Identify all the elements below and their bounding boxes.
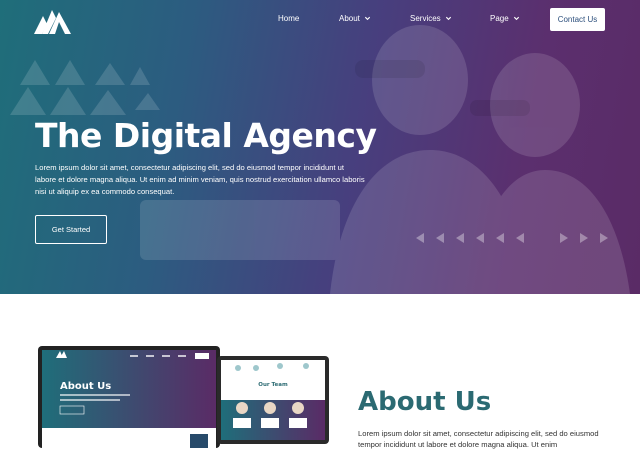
nav-item-about[interactable]: About: [339, 14, 371, 23]
nav-item-services[interactable]: Services: [410, 14, 452, 23]
hero-title: The Digital Agency: [35, 116, 377, 155]
device-mockup-image: About Us Our Team: [38, 346, 329, 448]
about-description: Lorem ipsum dolor sit amet, consectetur …: [358, 429, 599, 449]
hero-section: Home About Services Page Contact Us The …: [0, 0, 640, 294]
contact-us-button[interactable]: Contact Us: [550, 8, 605, 31]
chevron-down-icon: [445, 16, 451, 21]
mockup-team-heading: Our Team: [258, 382, 288, 388]
chevron-down-icon: [513, 16, 519, 21]
about-section: About Us Our Team About Us Lorem ipsum d…: [0, 294, 640, 449]
nav-label: Page: [490, 14, 509, 23]
nav-label: Home: [278, 14, 300, 23]
main-navigation: Home About Services Page Contact Us: [0, 0, 640, 40]
nav-label: Services: [410, 14, 441, 23]
nav-item-home[interactable]: Home: [278, 14, 299, 23]
nav-label: About: [339, 14, 360, 23]
about-title: About Us: [358, 387, 492, 417]
nav-item-page[interactable]: Page: [490, 14, 520, 23]
mockup-heading: About Us: [60, 381, 111, 392]
chevron-down-icon: [364, 16, 370, 21]
get-started-button[interactable]: Get Started: [35, 215, 107, 244]
decorative-arrows-icon: [416, 233, 608, 243]
hero-description: Lorem ipsum dolor sit amet, consectetur …: [35, 163, 365, 196]
